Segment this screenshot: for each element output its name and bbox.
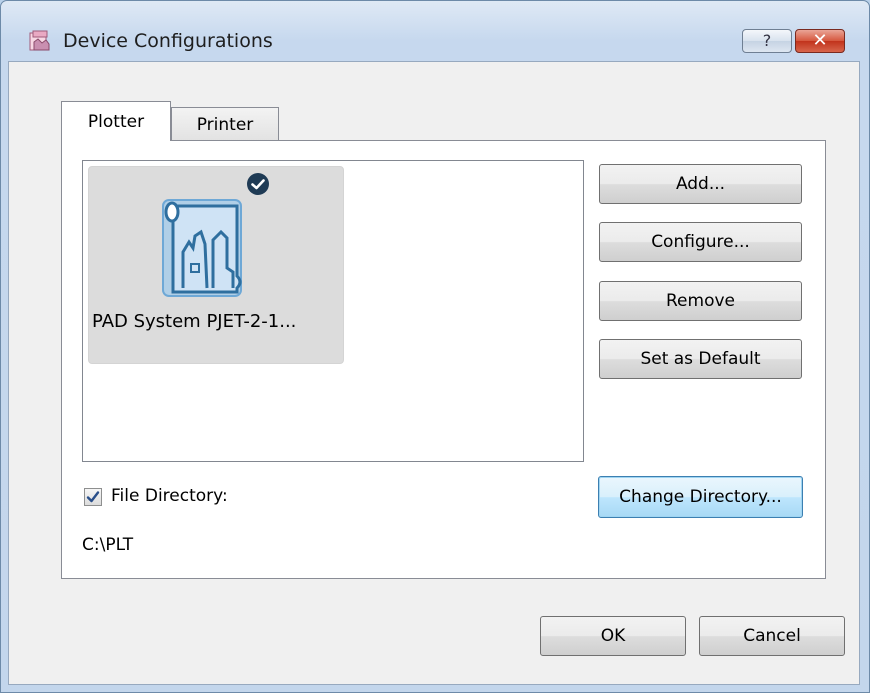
ok-button[interactable]: OK [540, 616, 686, 656]
add-button[interactable]: Add... [599, 164, 802, 204]
app-icon [29, 30, 50, 51]
help-button[interactable]: ? [742, 29, 792, 53]
device-name: PAD System PJET-2-1... [92, 311, 297, 332]
default-check-icon [247, 173, 269, 195]
configure-button[interactable]: Configure... [599, 222, 802, 262]
directory-path: C:\PLT [82, 535, 134, 555]
remove-button[interactable]: Remove [599, 281, 802, 321]
window-title: Device Configurations [63, 30, 273, 52]
file-directory-label: File Directory: [111, 486, 228, 506]
tab-plotter[interactable]: Plotter [61, 101, 171, 141]
file-directory-checkbox[interactable] [84, 488, 102, 506]
set-default-button[interactable]: Set as Default [599, 339, 802, 379]
change-directory-button[interactable]: Change Directory... [598, 476, 803, 518]
checkmark-icon [86, 491, 100, 503]
cancel-button[interactable]: Cancel [699, 616, 845, 656]
close-button[interactable]: ✕ [795, 29, 845, 53]
plotter-icon [162, 199, 242, 297]
tab-printer[interactable]: Printer [171, 107, 279, 141]
